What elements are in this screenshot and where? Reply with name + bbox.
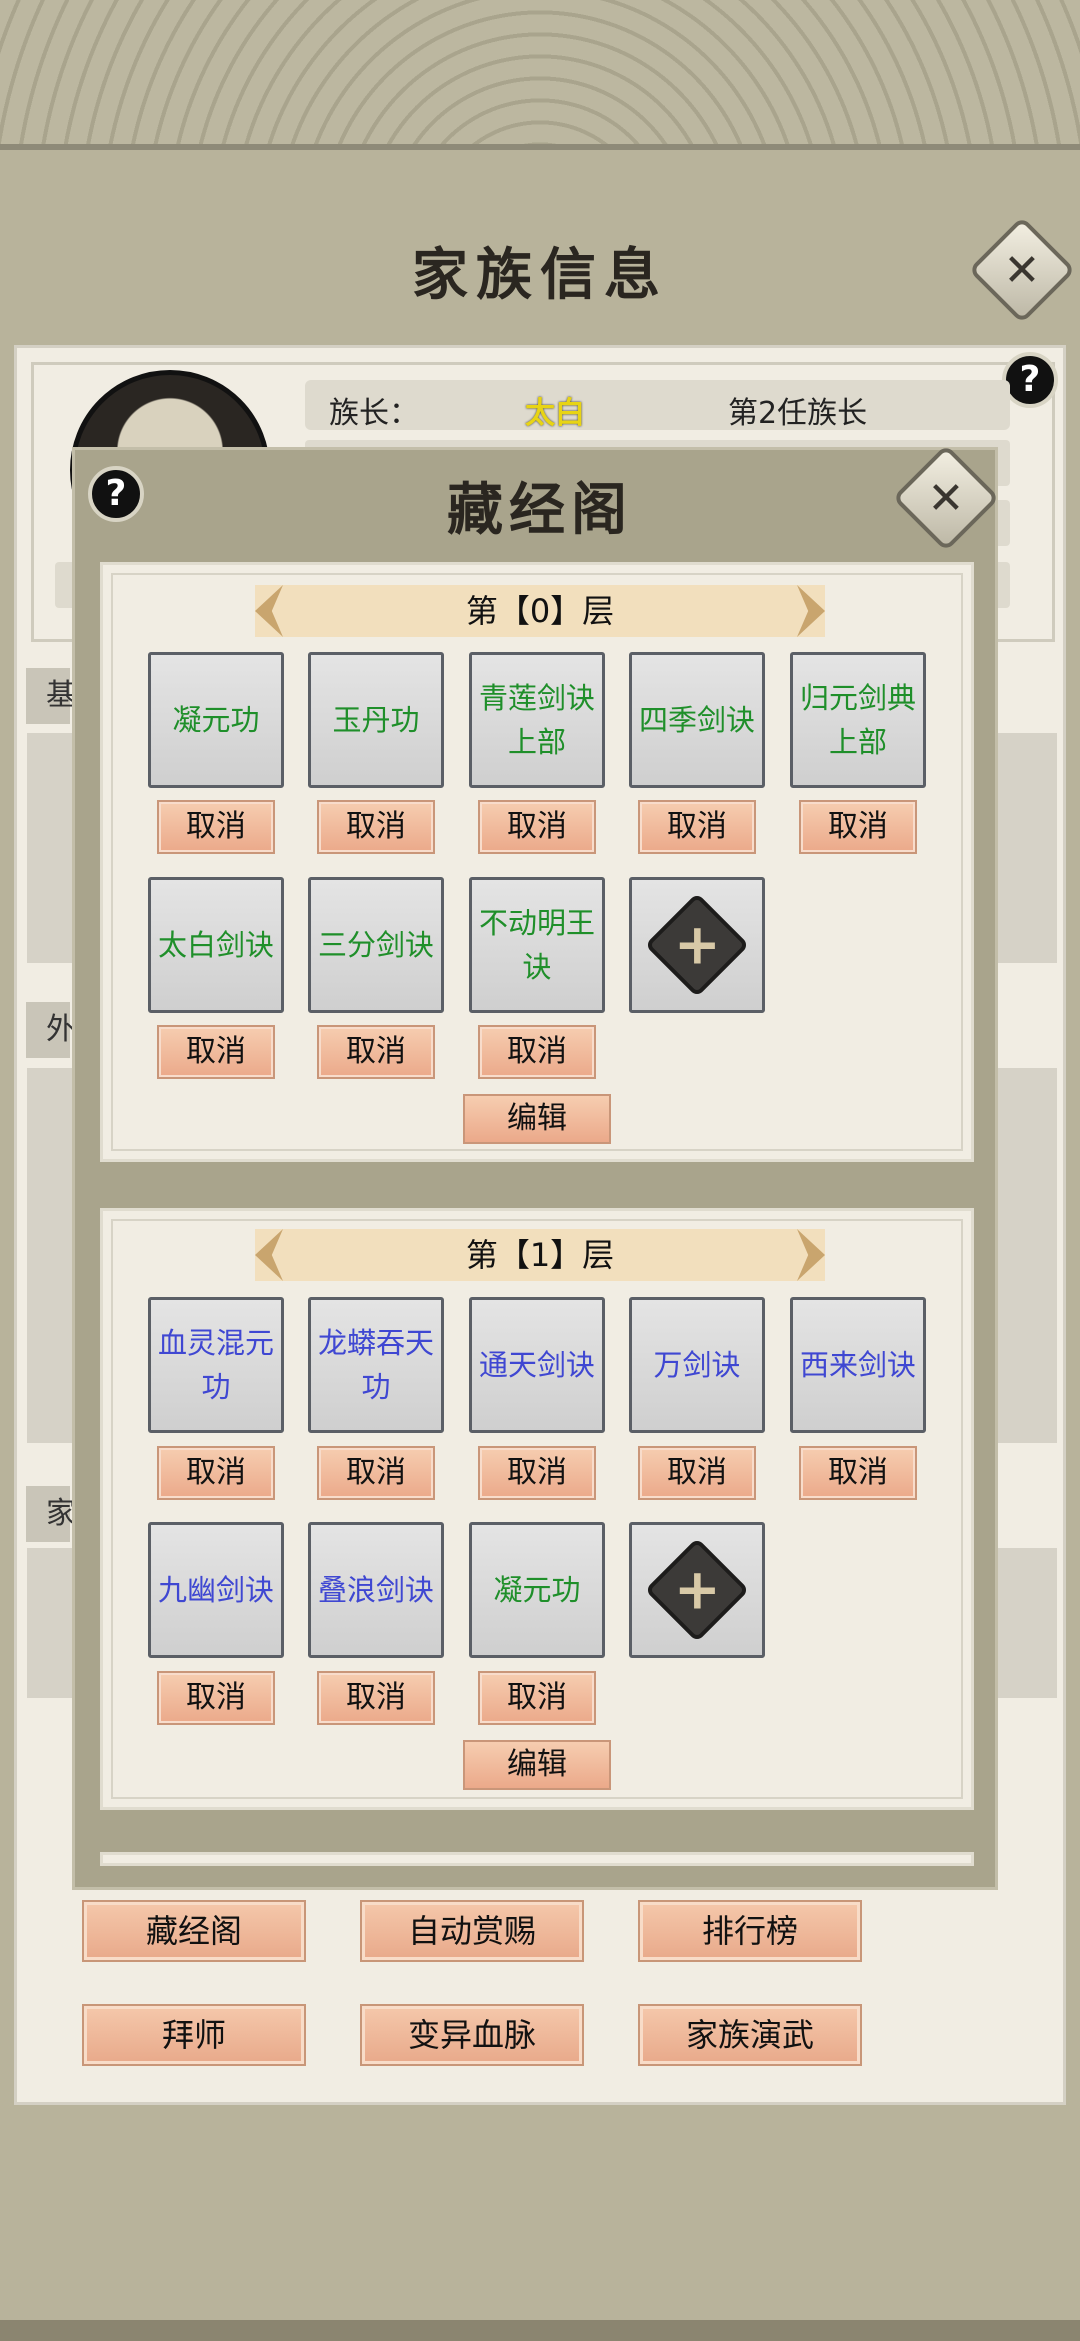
skill-slot[interactable]: 龙蟒吞天功 [308, 1297, 444, 1433]
cancel-button[interactable]: 取消 [157, 1446, 275, 1500]
ranking-button[interactable]: 排行榜 [638, 1900, 862, 1962]
floor-panel-partial [100, 1852, 974, 1866]
skill-name: 玉丹功 [332, 703, 420, 737]
skill-slot[interactable]: 万剑诀 [629, 1297, 765, 1433]
leader-label: 族长： [329, 396, 419, 431]
arrow-right-icon[interactable] [797, 1229, 825, 1281]
skill-slot[interactable]: 凝元功 [148, 652, 284, 788]
skill-name: 九幽剑诀 [157, 1573, 274, 1607]
skill-name: 血灵混元功 [157, 1326, 274, 1404]
cancel-button[interactable]: 取消 [317, 1446, 435, 1500]
floor-title: 第【1】层 [465, 1236, 615, 1274]
skill-slot[interactable]: 凝元功 [469, 1522, 605, 1658]
skill-slot[interactable]: 西来剑诀 [790, 1297, 926, 1433]
skill-name: 凝元功 [172, 703, 260, 737]
close-icon: ✕ [927, 472, 965, 524]
skill-name: 青莲剑诀上部 [478, 681, 595, 759]
skill-slot[interactable]: 九幽剑诀 [148, 1522, 284, 1658]
skill-slot[interactable]: 归元剑典上部 [790, 652, 926, 788]
cancel-button[interactable]: 取消 [799, 1446, 917, 1500]
arrow-left-icon[interactable] [255, 1229, 283, 1281]
family-help-button[interactable]: ? [1002, 352, 1058, 408]
skill-slot[interactable]: 三分剑诀 [308, 877, 444, 1013]
apprentice-button[interactable]: 拜师 [82, 2004, 306, 2066]
add-icon: + [644, 892, 750, 998]
floor-header: 第【0】层 [255, 585, 825, 637]
skill-name: 归元剑典上部 [799, 681, 916, 759]
cancel-button[interactable]: 取消 [478, 1671, 596, 1725]
cancel-button[interactable]: 取消 [157, 1025, 275, 1079]
skill-name: 不动明王诀 [478, 906, 595, 984]
skill-slot[interactable]: 太白剑诀 [148, 877, 284, 1013]
leader-row: 族长： 太白 第2任族长 [305, 380, 1010, 431]
top-decorative-band [0, 0, 1080, 150]
floor-title: 第【0】层 [465, 592, 615, 630]
skill-name: 叠浪剑诀 [317, 1573, 434, 1607]
side-tab-external[interactable]: 外 [26, 1002, 76, 1058]
skill-slot[interactable]: 青莲剑诀上部 [469, 652, 605, 788]
skill-name: 三分剑诀 [317, 928, 434, 962]
skill-name: 通天剑诀 [478, 1348, 595, 1382]
cancel-button[interactable]: 取消 [799, 800, 917, 854]
library-button[interactable]: 藏经阁 [82, 1900, 306, 1962]
skill-slot[interactable]: 血灵混元功 [148, 1297, 284, 1433]
bottom-decorative-band [0, 2320, 1080, 2341]
cancel-button[interactable]: 取消 [157, 1671, 275, 1725]
skill-slot[interactable]: 四季剑诀 [629, 652, 765, 788]
arrow-left-icon[interactable] [255, 585, 283, 637]
cancel-button[interactable]: 取消 [478, 1025, 596, 1079]
cancel-button[interactable]: 取消 [317, 1671, 435, 1725]
cancel-button[interactable]: 取消 [478, 1446, 596, 1500]
skill-name: 龙蟒吞天功 [317, 1326, 434, 1404]
leader-name: 太白 [525, 396, 585, 431]
floor-header: 第【1】层 [255, 1229, 825, 1281]
edit-button[interactable]: 编辑 [463, 1740, 611, 1790]
cancel-button[interactable]: 取消 [317, 1025, 435, 1079]
leader-generation: 第2任族长 [728, 396, 868, 431]
skill-slot[interactable]: 叠浪剑诀 [308, 1522, 444, 1658]
page-title: 家族信息 [412, 242, 668, 308]
mutant-bloodline-button[interactable]: 变异血脉 [360, 2004, 584, 2066]
cancel-button[interactable]: 取消 [157, 800, 275, 854]
skill-name: 西来剑诀 [799, 1348, 916, 1382]
add-icon: + [644, 1537, 750, 1643]
edit-button[interactable]: 编辑 [463, 1094, 611, 1144]
skill-name: 凝元功 [493, 1573, 581, 1607]
side-tab-basic[interactable]: 基 [26, 668, 76, 724]
skill-name: 太白剑诀 [157, 928, 274, 962]
cancel-button[interactable]: 取消 [478, 800, 596, 854]
close-icon: ✕ [1003, 244, 1041, 296]
auto-reward-button[interactable]: 自动赏赐 [360, 1900, 584, 1962]
add-skill-slot[interactable]: + [629, 1522, 765, 1658]
add-skill-slot[interactable]: + [629, 877, 765, 1013]
cancel-button[interactable]: 取消 [638, 800, 756, 854]
skill-name: 万剑诀 [653, 1348, 741, 1382]
cancel-button[interactable]: 取消 [317, 800, 435, 854]
help-icon: ? [1019, 359, 1041, 400]
family-martial-button[interactable]: 家族演武 [638, 2004, 862, 2066]
arrow-right-icon[interactable] [797, 585, 825, 637]
skill-slot[interactable]: 通天剑诀 [469, 1297, 605, 1433]
skill-name: 四季剑诀 [638, 703, 755, 737]
skill-slot[interactable]: 不动明王诀 [469, 877, 605, 1013]
skill-slot[interactable]: 玉丹功 [308, 652, 444, 788]
cancel-button[interactable]: 取消 [638, 1446, 756, 1500]
side-tab-family[interactable]: 家 [26, 1486, 76, 1542]
